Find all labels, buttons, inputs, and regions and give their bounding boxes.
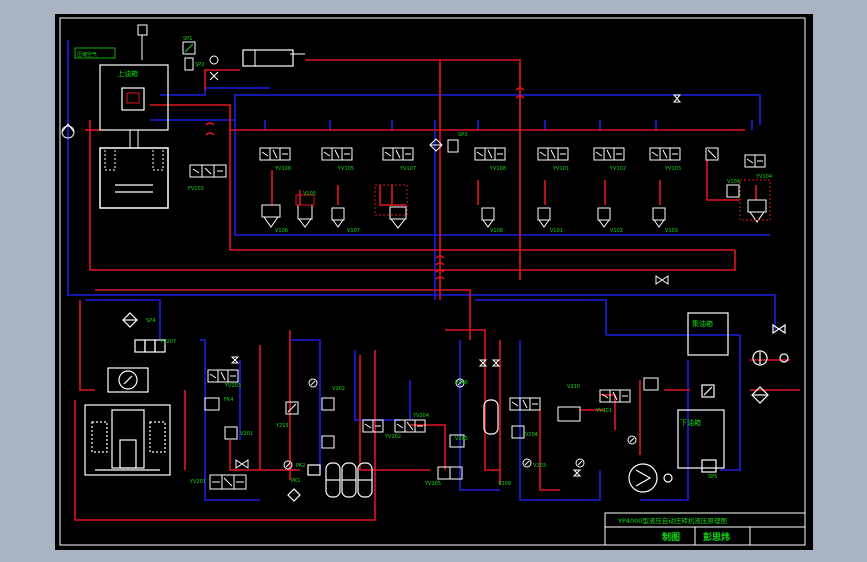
yv204-label: YV204	[412, 413, 429, 419]
v107-label: V107	[347, 228, 360, 234]
hydraulic-schematic: 上油箱 压缩空气 SP1 SP2 FV103 YV106 YV105 YV107…	[55, 14, 813, 550]
yv203-label: YV203	[224, 383, 241, 389]
v104-label: V104	[727, 179, 740, 185]
title-block-author: 彭思炜	[703, 531, 730, 543]
yv202-label: YV202	[384, 434, 401, 440]
v106-label: V106	[275, 228, 288, 234]
yv101-label: YV101	[552, 166, 569, 172]
v108-label: V108	[490, 228, 503, 234]
air-source-label: 压缩空气	[77, 51, 97, 58]
yv301-label: YV301	[595, 408, 612, 414]
fv103-label: FV103	[188, 186, 204, 192]
v105-label: V105	[303, 191, 316, 197]
v102-label: V102	[610, 228, 623, 234]
v209-label: V209	[498, 481, 511, 487]
y213-label: Y213	[275, 423, 289, 429]
v206-label: V206	[455, 380, 468, 386]
sp5-label: SP5	[708, 474, 717, 480]
lower-tank-label: 下油箱	[680, 418, 701, 427]
v203-label: V203	[533, 463, 546, 469]
drain-tank-label: 集油箱	[692, 319, 713, 328]
sp2-label: SP2	[195, 62, 204, 68]
yv105-label: YV105	[337, 166, 354, 172]
v101-label: V101	[550, 228, 563, 234]
pk1-label: PK1	[291, 478, 300, 484]
yv102-label: YV102	[609, 166, 626, 172]
title-block-drawn-label: 制图	[662, 531, 680, 543]
yv107-label: YV107	[399, 166, 416, 172]
pk2-label: PK2	[296, 463, 305, 469]
title-block: YP4000型液压自动压砖机液压原理图 制图 彭思炜	[604, 512, 806, 546]
sp1-label: SP1	[183, 36, 192, 42]
yv207-label: YV207	[159, 339, 176, 345]
sp3-label: SP3	[458, 132, 467, 138]
sp4-label: SP4	[146, 318, 155, 324]
v201-label: V201	[240, 431, 253, 437]
v103-label: V103	[665, 228, 678, 234]
v205-label: V205	[455, 436, 468, 442]
fk4-label: FK4	[224, 397, 233, 403]
yv103-label: YV103	[664, 166, 681, 172]
v204-label: V204	[525, 432, 538, 438]
yv108-label: YV108	[489, 166, 506, 172]
yv104-label: YV104	[755, 174, 772, 180]
yv205-label: YV205	[424, 481, 441, 487]
yv106-label: YV106	[274, 166, 291, 172]
yv201-label: YV201	[189, 479, 206, 485]
title-block-title: YP4000型液压自动压砖机液压原理图	[617, 516, 727, 525]
v202-label: V202	[332, 386, 345, 392]
v210-label: V210	[567, 384, 580, 390]
upper-tank-label: 上油箱	[117, 69, 138, 78]
